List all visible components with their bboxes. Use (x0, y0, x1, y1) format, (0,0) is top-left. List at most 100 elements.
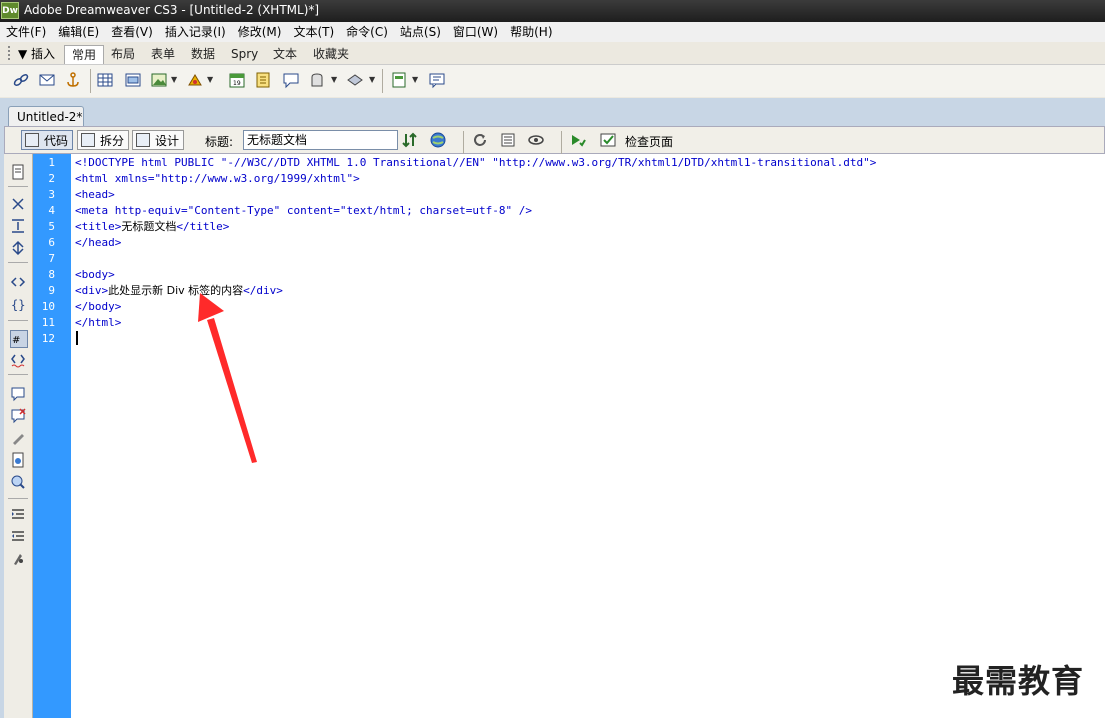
refresh-icon[interactable] (471, 131, 489, 149)
menu-view[interactable]: 查看(V) (105, 22, 159, 42)
tab-common[interactable]: 常用 (64, 45, 105, 64)
tab-data[interactable]: 数据 (184, 45, 222, 63)
outdent-code-icon[interactable] (10, 528, 26, 544)
comment-icon[interactable] (282, 71, 300, 89)
design-view-label: 设计 (155, 134, 180, 148)
code-line: <title>无标题文档</title> (75, 220, 230, 233)
media-dropdown-icon[interactable]: ▼ (207, 75, 213, 84)
select-parent-tag-icon[interactable] (10, 274, 26, 290)
highlight-invalid-code-icon[interactable] (10, 352, 26, 368)
indent-code-icon[interactable] (10, 506, 26, 522)
templates-dropdown-icon[interactable]: ▼ (412, 75, 418, 84)
coding-toolbar: {} # (4, 154, 33, 718)
line-number: 7 (48, 252, 55, 265)
image-dropdown-icon[interactable]: ▼ (171, 75, 177, 84)
insert-tabs: ▼ 插入 常用 布局 表单 数据 Spry 文本 收藏夹 (0, 44, 1105, 64)
document-toolbar: 代码 拆分 设计 标题: 无标题文档 检查页面 (4, 126, 1105, 155)
script-icon[interactable] (346, 71, 364, 89)
head-content-icon[interactable] (308, 71, 326, 89)
menu-bar: 文件(F) 编辑(E) 查看(V) 插入记录(I) 修改(M) 文本(T) 命令(C) 站点(… (0, 22, 1105, 43)
line-number: 1 (48, 156, 55, 169)
menu-insert[interactable]: 插入记录(I) (159, 22, 232, 42)
apply-comment-icon[interactable] (10, 386, 26, 402)
collapse-full-tag-icon[interactable] (10, 196, 26, 212)
menu-modify[interactable]: 修改(M) (232, 22, 288, 42)
email-link-icon[interactable] (38, 71, 56, 89)
script-dropdown-icon[interactable]: ▼ (369, 75, 375, 84)
document-tab[interactable]: Untitled-2* (8, 106, 84, 126)
tab-forms[interactable]: 表单 (144, 45, 182, 63)
named-anchor-icon[interactable] (64, 71, 82, 89)
tab-spry[interactable]: Spry (224, 45, 265, 63)
line-numbers-icon[interactable]: # (10, 330, 28, 348)
tab-text[interactable]: 文本 (266, 45, 304, 63)
code-line: <html xmlns="http://www.w3.org/1999/xhtm… (75, 172, 360, 185)
menu-window[interactable]: 窗口(W) (447, 22, 504, 42)
code-line: </body> (75, 300, 122, 313)
line-number: 12 (41, 332, 55, 345)
check-page-label[interactable]: 检查页面 (625, 133, 673, 150)
line-number-gutter: 1 2 3 4 5 6 8 7 9 10 11 12 (33, 154, 71, 718)
menu-site[interactable]: 站点(S) (394, 22, 447, 42)
svg-text:{}: {} (11, 298, 25, 312)
title-input[interactable]: 无标题文档 (243, 130, 398, 150)
media-icon[interactable] (186, 71, 204, 89)
server-side-include-icon[interactable] (254, 71, 272, 89)
code-line: <meta http-equiv="Content-Type" content=… (75, 204, 532, 217)
balance-braces-icon[interactable]: {} (10, 296, 26, 312)
menu-text[interactable]: 文本(T) (287, 22, 340, 42)
tag-chooser-icon[interactable] (428, 71, 446, 89)
tab-favorites[interactable]: 收藏夹 (306, 45, 356, 63)
wrap-tag-icon[interactable] (10, 430, 26, 446)
line-number: 10 (41, 300, 55, 313)
move-css-icon[interactable] (10, 474, 26, 490)
file-management-icon[interactable] (401, 131, 419, 149)
insert-panel-title[interactable]: ▼ 插入 (18, 45, 55, 62)
head-dropdown-icon[interactable]: ▼ (331, 75, 337, 84)
panel-grip-icon[interactable] (8, 46, 16, 60)
code-line: <!DOCTYPE html PUBLIC "-//W3C//DTD XHTML… (75, 156, 877, 169)
remove-comment-icon[interactable] (10, 408, 26, 424)
code-line: </html> (75, 316, 122, 329)
expand-all-icon[interactable] (10, 240, 26, 256)
menu-commands[interactable]: 命令(C) (340, 22, 394, 42)
split-view-icon (81, 133, 95, 147)
tab-layout[interactable]: 布局 (104, 45, 142, 63)
code-editor[interactable]: <!DOCTYPE html PUBLIC "-//W3C//DTD XHTML… (71, 154, 1105, 718)
line-number: 4 (48, 204, 55, 217)
recent-snippets-icon[interactable] (10, 452, 26, 468)
menu-edit[interactable]: 编辑(E) (52, 22, 105, 42)
svg-text:19: 19 (233, 80, 241, 87)
collapse-selection-icon[interactable] (10, 218, 26, 234)
line-number: 11 (41, 316, 55, 329)
view-options-icon[interactable] (499, 131, 517, 149)
svg-text:#: # (12, 335, 20, 346)
templates-icon[interactable] (390, 71, 408, 89)
div-tag-icon[interactable] (124, 71, 142, 89)
check-page-icon[interactable] (599, 131, 617, 149)
line-number: 5 (48, 220, 55, 233)
design-view-button[interactable]: 设计 (132, 130, 185, 150)
design-view-icon (136, 133, 150, 147)
split-view-button[interactable]: 拆分 (77, 130, 130, 150)
preview-browser-icon[interactable] (429, 131, 447, 149)
insert-bar: ▼ 插入 常用 布局 表单 数据 Spry 文本 收藏夹 ▼ ▼ 19 ▼ ▼ … (0, 42, 1105, 99)
code-view-label: 代码 (44, 134, 69, 148)
visual-aids-icon[interactable] (527, 131, 545, 149)
format-source-code-icon[interactable] (10, 550, 26, 566)
code-view-button[interactable]: 代码 (21, 130, 74, 150)
insert-icons-row: ▼ ▼ 19 ▼ ▼ ▼ (0, 64, 1105, 97)
title-label: 标题: (205, 135, 234, 149)
code-view-icon (25, 133, 39, 147)
table-icon[interactable] (96, 71, 114, 89)
window-title: Adobe Dreamweaver CS3 - [Untitled-2 (XHT… (24, 3, 320, 17)
menu-help[interactable]: 帮助(H) (504, 22, 558, 42)
image-icon[interactable] (150, 71, 168, 89)
validate-markup-icon[interactable] (569, 131, 587, 149)
menu-file[interactable]: 文件(F) (0, 22, 52, 42)
date-icon[interactable]: 19 (228, 71, 246, 89)
code-line: <head> (75, 188, 115, 201)
open-documents-icon[interactable] (10, 164, 26, 180)
line-number: 3 (48, 188, 55, 201)
hyperlink-icon[interactable] (12, 71, 30, 89)
